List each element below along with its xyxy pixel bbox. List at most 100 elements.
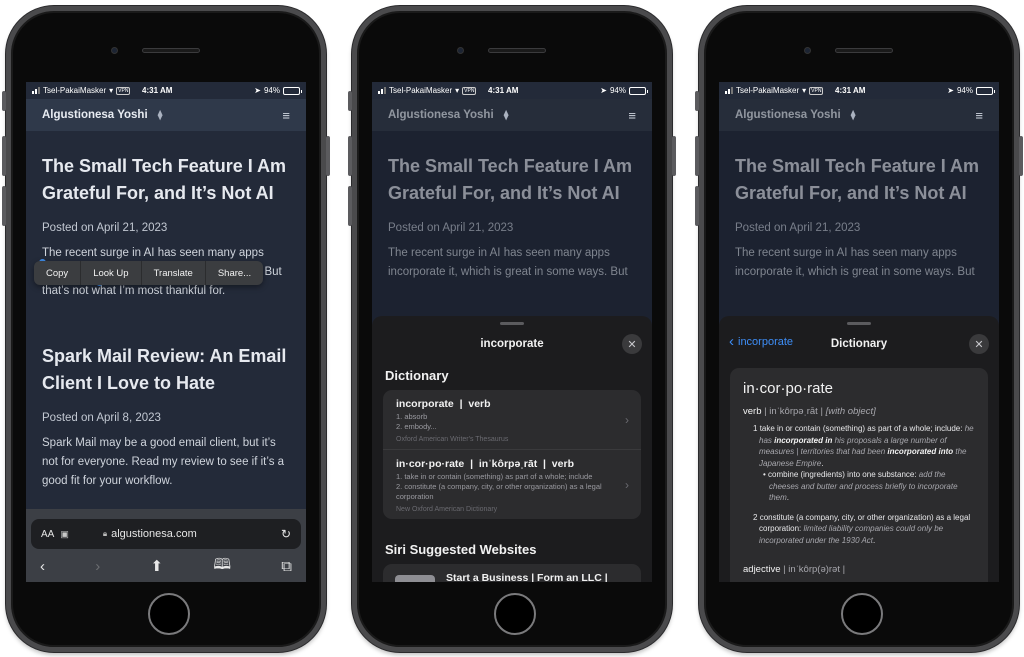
siri-suggested-site[interactable]: Start a Business | Form an LLC | <box>383 564 641 582</box>
post-title-link[interactable]: The Small Tech Feature I Am Grateful For… <box>388 153 636 207</box>
address-bar[interactable]: AA ▣ 🔒︎ algustionesa.com ↻ <box>31 519 301 549</box>
siri-suggested-heading: Siri Suggested Websites <box>385 542 537 557</box>
post-title-link[interactable]: The Small Tech Feature I Am Grateful For… <box>42 153 290 207</box>
dictionary-sheet: ‹ incorporate Dictionary ✕ in·cor·po·rate… <box>719 316 999 582</box>
pos-label: adjective <box>743 564 781 575</box>
entry-headword: incorporate | verb <box>396 398 491 410</box>
part-of-speech-verb: verb | inˈkôrpəˌrāt | [with object] <box>743 406 975 417</box>
part-of-speech-adjective: adjective | inˈkôrp(ə)rət | <box>743 564 975 575</box>
vpn-badge: VPN <box>462 86 477 95</box>
pronunciation: | inˈkôrpəˌrāt | <box>761 406 826 417</box>
entry-definition: 2. embody... <box>396 422 437 431</box>
sheet-grabber[interactable] <box>500 322 524 325</box>
back-icon[interactable]: ‹ <box>40 558 45 575</box>
screen: Tsel-PakaiMasker ▾ VPN 4:31 AM ➤ 94% Alg… <box>719 82 999 582</box>
wifi-icon: ▾ <box>455 86 460 95</box>
chevron-right-icon: › <box>625 477 629 492</box>
battery-icon <box>976 86 995 95</box>
close-button[interactable]: ✕ <box>622 334 642 354</box>
battery-percent: 94% <box>609 86 626 95</box>
home-button[interactable] <box>494 593 536 635</box>
post-list: The Small Tech Feature I Am Grateful For… <box>26 153 306 491</box>
post-title-link[interactable]: The Small Tech Feature I Am Grateful For… <box>735 153 983 207</box>
volume-down-button <box>695 186 699 226</box>
post-excerpt: The recent surge in AI has seen many app… <box>735 244 983 282</box>
pronunciation: | inˈkôrp(ə)rət | <box>780 564 846 575</box>
close-icon: ✕ <box>974 338 984 351</box>
site-name-link[interactable]: Algustionesa Yoshi <box>42 109 148 121</box>
mute-switch <box>348 91 352 111</box>
reload-icon[interactable]: ↻ <box>281 527 291 541</box>
entry-source: Oxford American Writer's Thesaurus <box>396 436 509 443</box>
entry-definition: 1. take in or contain (something) as par… <box>396 472 593 481</box>
home-button[interactable] <box>841 593 883 635</box>
chevron-right-icon: › <box>625 412 629 427</box>
sheet-title: incorporate <box>480 338 544 350</box>
phone-frame-2: Tsel-PakaiMasker ▾ VPN 4:31 AM ➤ 94% Alg… <box>348 6 676 652</box>
site-name-link[interactable]: Algustionesa Yoshi <box>388 109 494 121</box>
dictionary-entry-noad[interactable]: in·cor·po·rate | inˈkôrpəˌrāt | verb 1. … <box>383 449 641 519</box>
sense-number: 2 <box>753 512 758 522</box>
front-camera <box>804 47 811 54</box>
hamburger-menu-icon[interactable]: ≡ <box>628 108 636 123</box>
carrier-name: Tsel-PakaiMasker <box>43 86 107 95</box>
post-date: Posted on April 21, 2023 <box>42 222 168 234</box>
dictionary-entry-thesaurus[interactable]: incorporate | verb 1. absorb 2. embody..… <box>383 390 641 449</box>
close-button[interactable]: ✕ <box>969 334 989 354</box>
hamburger-menu-icon[interactable]: ≡ <box>975 108 983 123</box>
back-button[interactable]: ‹ incorporate <box>729 333 794 350</box>
lock-icon: 🔒︎ <box>102 529 108 538</box>
forward-icon[interactable]: › <box>95 558 100 575</box>
post-date: Posted on April 21, 2023 <box>388 222 514 234</box>
earpiece-speaker <box>835 48 893 53</box>
battery-percent: 94% <box>956 86 973 95</box>
vpn-badge: VPN <box>116 86 131 95</box>
battery-percent: 94% <box>263 86 280 95</box>
site-header: Algustionesa Yoshi ⧫ ≡ <box>26 99 306 131</box>
earpiece-speaker <box>142 48 200 53</box>
subsense-text: combine (ingredients) into one substance… <box>768 470 919 479</box>
hamburger-menu-icon[interactable]: ≡ <box>282 108 290 123</box>
edit-menu: Copy Look Up Translate Share... <box>34 261 264 285</box>
wifi-icon: ▾ <box>802 86 807 95</box>
dictionary-headword: in·cor·po·rate <box>743 380 834 397</box>
translate-menu-item[interactable]: Translate <box>142 261 206 285</box>
home-button[interactable] <box>148 593 190 635</box>
share-menu-item[interactable]: Share... <box>206 261 263 285</box>
extension-icon[interactable]: ▣ <box>60 529 69 540</box>
clock: 4:31 AM <box>142 86 173 95</box>
location-icon: ➤ <box>254 86 261 95</box>
post-title-link[interactable]: Spark Mail Review: An Email Client I Lov… <box>42 343 290 397</box>
volume-down-button <box>348 186 352 226</box>
tabs-icon[interactable]: ⧉ <box>281 558 292 575</box>
battery-icon <box>283 86 302 95</box>
bookmarks-icon[interactable]: 🕮︎ <box>213 554 231 579</box>
clock: 4:31 AM <box>835 86 866 95</box>
rss-icon[interactable]: ⧫ <box>504 110 509 121</box>
rss-icon[interactable]: ⧫ <box>851 110 856 121</box>
rss-icon[interactable]: ⧫ <box>158 110 163 121</box>
share-icon[interactable]: ⬆︎ <box>151 557 164 575</box>
copy-menu-item[interactable]: Copy <box>34 261 82 285</box>
front-camera <box>111 47 118 54</box>
power-button <box>1019 136 1023 176</box>
close-icon: ✕ <box>627 338 637 351</box>
look-up-menu-item[interactable]: Look Up <box>81 261 142 285</box>
grammar-note: [with object] <box>825 406 876 417</box>
back-label: incorporate <box>738 336 794 348</box>
site-thumbnail <box>395 575 435 582</box>
safari-toolbar: ‹ › ⬆︎ 🕮︎ ⧉ <box>26 554 306 578</box>
site-name-link[interactable]: Algustionesa Yoshi <box>735 109 841 121</box>
sheet-grabber[interactable] <box>847 322 871 325</box>
text-size-button[interactable]: AA <box>41 529 54 540</box>
front-camera <box>457 47 464 54</box>
carrier-name: Tsel-PakaiMasker <box>736 86 800 95</box>
sheet-title: Dictionary <box>830 338 888 350</box>
chevron-left-icon: ‹ <box>729 333 734 350</box>
site-header: Algustionesa Yoshi ⧫ ≡ <box>719 99 999 131</box>
screen: Tsel-PakaiMasker ▾ VPN 4:31 AM ➤ 94% Alg… <box>26 82 306 582</box>
location-icon: ➤ <box>600 86 607 95</box>
url-text[interactable]: algustionesa.com <box>111 528 197 540</box>
screen: Tsel-PakaiMasker ▾ VPN 4:31 AM ➤ 94% Alg… <box>372 82 652 582</box>
look-up-sheet: incorporate ✕ Dictionary incorporate | v… <box>372 316 652 582</box>
